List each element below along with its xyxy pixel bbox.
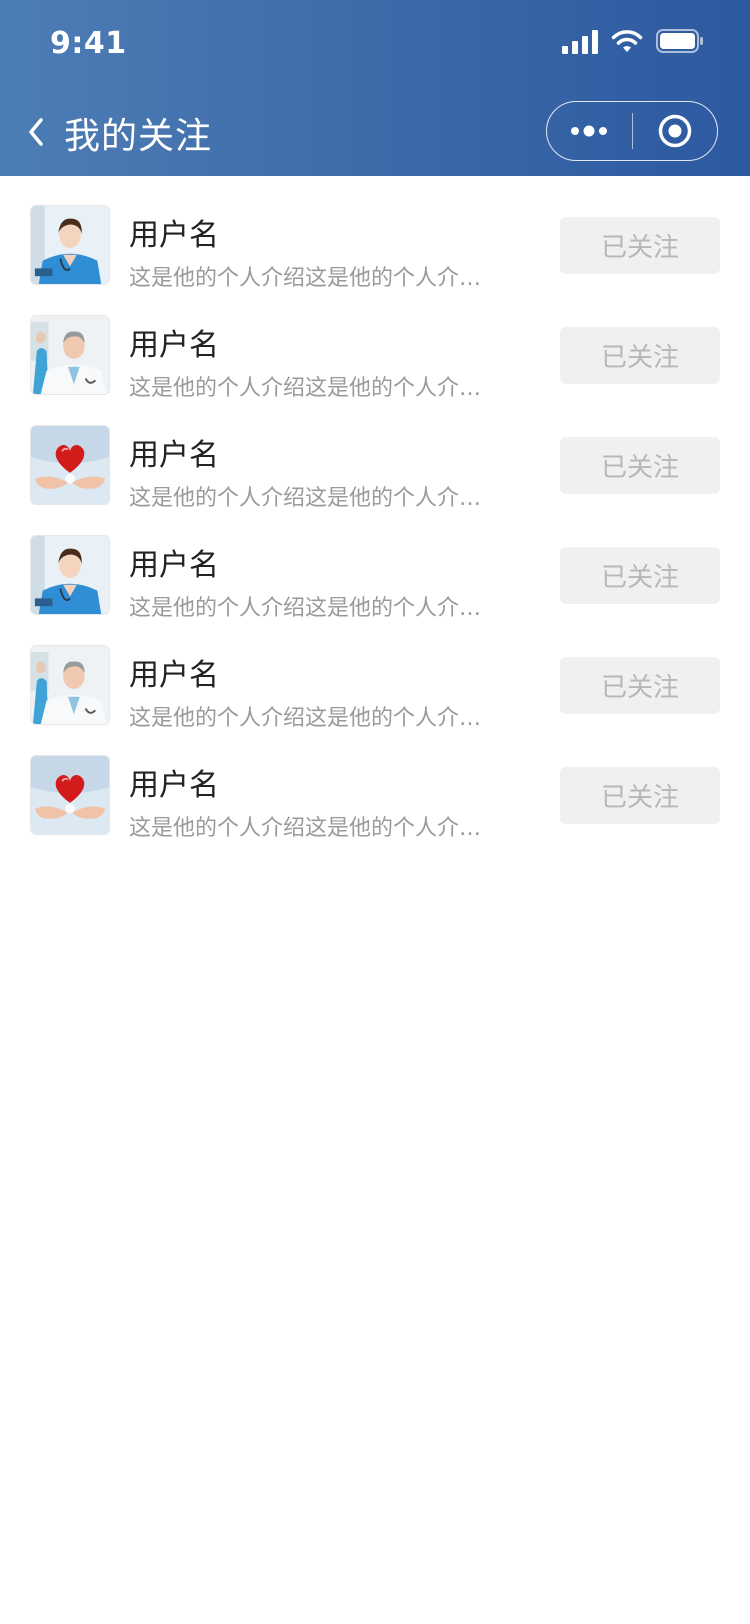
more-dots-icon <box>571 125 608 137</box>
heart-hands-avatar-icon[interactable] <box>30 425 110 505</box>
doctor-avatar-icon[interactable] <box>30 315 110 395</box>
list-item[interactable]: 用户名 这是他的个人介绍这是他的个人介绍这是他的个人介绍 已关注 <box>0 286 750 401</box>
back-icon[interactable] <box>26 114 48 150</box>
followed-button[interactable]: 已关注 <box>560 657 720 714</box>
page-title: 我的关注 <box>64 116 213 157</box>
followed-button[interactable]: 已关注 <box>560 327 720 384</box>
heart-hands-avatar-icon[interactable] <box>30 755 110 835</box>
username: 用户名 <box>129 218 219 253</box>
target-close-icon <box>658 114 691 148</box>
status-time: 9:41 <box>50 26 127 61</box>
close-miniprogram-button[interactable] <box>633 102 718 160</box>
list-item[interactable]: 用户名 这是他的个人介绍这是他的个人介绍这是他的个人介绍 已关注 <box>0 176 750 291</box>
username: 用户名 <box>129 768 219 803</box>
username: 用户名 <box>129 658 219 693</box>
followed-button[interactable]: 已关注 <box>560 217 720 274</box>
following-list: 用户名 这是他的个人介绍这是他的个人介绍这是他的个人介绍 已关注 用户名 这是他… <box>0 176 750 841</box>
wifi-icon <box>611 30 643 52</box>
signal-icon <box>562 28 598 54</box>
followed-button[interactable]: 已关注 <box>560 437 720 494</box>
username: 用户名 <box>129 438 219 473</box>
list-item[interactable]: 用户名 这是他的个人介绍这是他的个人介绍这是他的个人介绍 已关注 <box>0 726 750 841</box>
more-button[interactable] <box>547 102 632 160</box>
list-item[interactable]: 用户名 这是他的个人介绍这是他的个人介绍这是他的个人介绍 已关注 <box>0 506 750 621</box>
list-item[interactable]: 用户名 这是他的个人介绍这是他的个人介绍这是他的个人介绍 已关注 <box>0 616 750 731</box>
mini-program-capsule <box>546 101 718 161</box>
doctor-avatar-icon[interactable] <box>30 645 110 725</box>
nav-header: 9:41 我的关注 <box>0 0 750 176</box>
user-bio: 这是他的个人介绍这是他的个人介绍这是他的个人介绍 <box>129 816 501 841</box>
status-icons <box>562 28 704 54</box>
username: 用户名 <box>129 328 219 363</box>
username: 用户名 <box>129 548 219 583</box>
followed-button[interactable]: 已关注 <box>560 547 720 604</box>
nurse-avatar-icon[interactable] <box>30 205 110 285</box>
list-item[interactable]: 用户名 这是他的个人介绍这是他的个人介绍这是他的个人介绍 已关注 <box>0 396 750 511</box>
followed-button[interactable]: 已关注 <box>560 767 720 824</box>
nurse-avatar-icon[interactable] <box>30 535 110 615</box>
battery-icon <box>656 29 703 53</box>
